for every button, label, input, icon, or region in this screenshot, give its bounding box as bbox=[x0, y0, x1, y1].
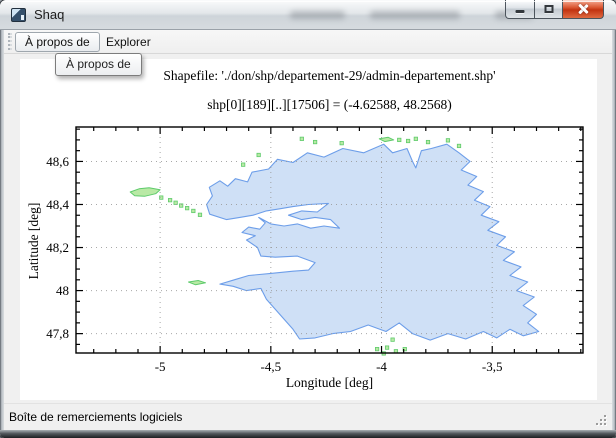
map-islet-speck bbox=[426, 140, 429, 143]
map-islet-speck bbox=[241, 163, 244, 166]
titlebar[interactable]: Shaq bbox=[0, 0, 616, 30]
map-islet-speck bbox=[414, 137, 417, 140]
menu-about-button[interactable]: À propos de bbox=[15, 32, 100, 52]
window-frame-left bbox=[0, 30, 4, 430]
minimize-button[interactable] bbox=[505, 0, 535, 19]
status-message: Boîte de remerciements logiciels bbox=[9, 410, 182, 424]
map-island bbox=[130, 188, 160, 197]
plot-title-shapefile: Shapefile: './don/shp/departement-29/adm… bbox=[76, 68, 583, 84]
map-islet-speck bbox=[168, 198, 171, 201]
menu-explorer-button[interactable]: Explorer bbox=[100, 32, 157, 52]
caption-buttons bbox=[506, 0, 604, 19]
y-axis-label: Latitude [deg] bbox=[26, 141, 42, 341]
y-tick-label: 48,4 bbox=[46, 197, 69, 212]
map-islet-speck bbox=[198, 213, 201, 216]
resize-grip[interactable] bbox=[594, 413, 606, 425]
close-button[interactable] bbox=[562, 0, 604, 19]
app-icon[interactable] bbox=[11, 8, 26, 22]
window-frame-bottom bbox=[0, 430, 616, 438]
map-islet-speck bbox=[257, 153, 260, 156]
window-title: Shaq bbox=[34, 7, 64, 22]
map-islet-speck bbox=[300, 137, 303, 140]
statusbar: Boîte de remerciements logiciels bbox=[4, 403, 612, 430]
x-tick-label: -5 bbox=[155, 359, 166, 374]
map-mainland-finistere bbox=[207, 144, 539, 340]
plot-panel: Shapefile: './don/shp/departement-29/adm… bbox=[20, 59, 597, 400]
toolbar: À propos de Explorer bbox=[4, 30, 612, 54]
content-area: Shapefile: './don/shp/departement-29/adm… bbox=[4, 55, 612, 403]
map-islet-speck bbox=[446, 139, 449, 142]
map-islet-speck bbox=[385, 346, 388, 349]
map-island bbox=[189, 281, 206, 285]
x-tick-label: -4 bbox=[376, 359, 387, 374]
plot-title-coordinates: shp[0][189][..][17506] = (-4.62588, 48.2… bbox=[76, 97, 583, 113]
map-islet-speck bbox=[391, 338, 394, 341]
map-islet-speck bbox=[313, 140, 316, 143]
x-tick-label: -3,5 bbox=[482, 359, 503, 374]
y-tick-label: 47,8 bbox=[46, 326, 69, 341]
map-islet-speck bbox=[185, 206, 188, 209]
x-axis-label: Longitude [deg] bbox=[76, 375, 583, 391]
app-window: Shaq À propos de Explorer À propos de Sh… bbox=[0, 0, 616, 438]
map-islet-speck bbox=[192, 209, 195, 212]
map-islet-speck bbox=[375, 347, 378, 350]
map-islet-speck bbox=[398, 138, 401, 141]
tooltip: À propos de bbox=[55, 53, 142, 76]
map-islet-speck bbox=[457, 144, 460, 147]
toolbar-grip-handle[interactable] bbox=[8, 33, 12, 50]
x-tick-label: -4,5 bbox=[261, 359, 282, 374]
y-tick-label: 48 bbox=[56, 283, 69, 298]
y-tick-label: 48,2 bbox=[46, 240, 69, 255]
minimize-icon bbox=[516, 10, 525, 13]
map-islet-speck bbox=[174, 201, 177, 204]
y-tick-label: 48,6 bbox=[46, 154, 69, 169]
map-islet-speck bbox=[340, 141, 343, 144]
maximize-icon bbox=[544, 5, 553, 13]
maximize-button[interactable] bbox=[534, 0, 563, 19]
window-frame-right bbox=[612, 30, 616, 430]
close-icon bbox=[577, 3, 589, 15]
map-islet-speck bbox=[406, 139, 409, 142]
